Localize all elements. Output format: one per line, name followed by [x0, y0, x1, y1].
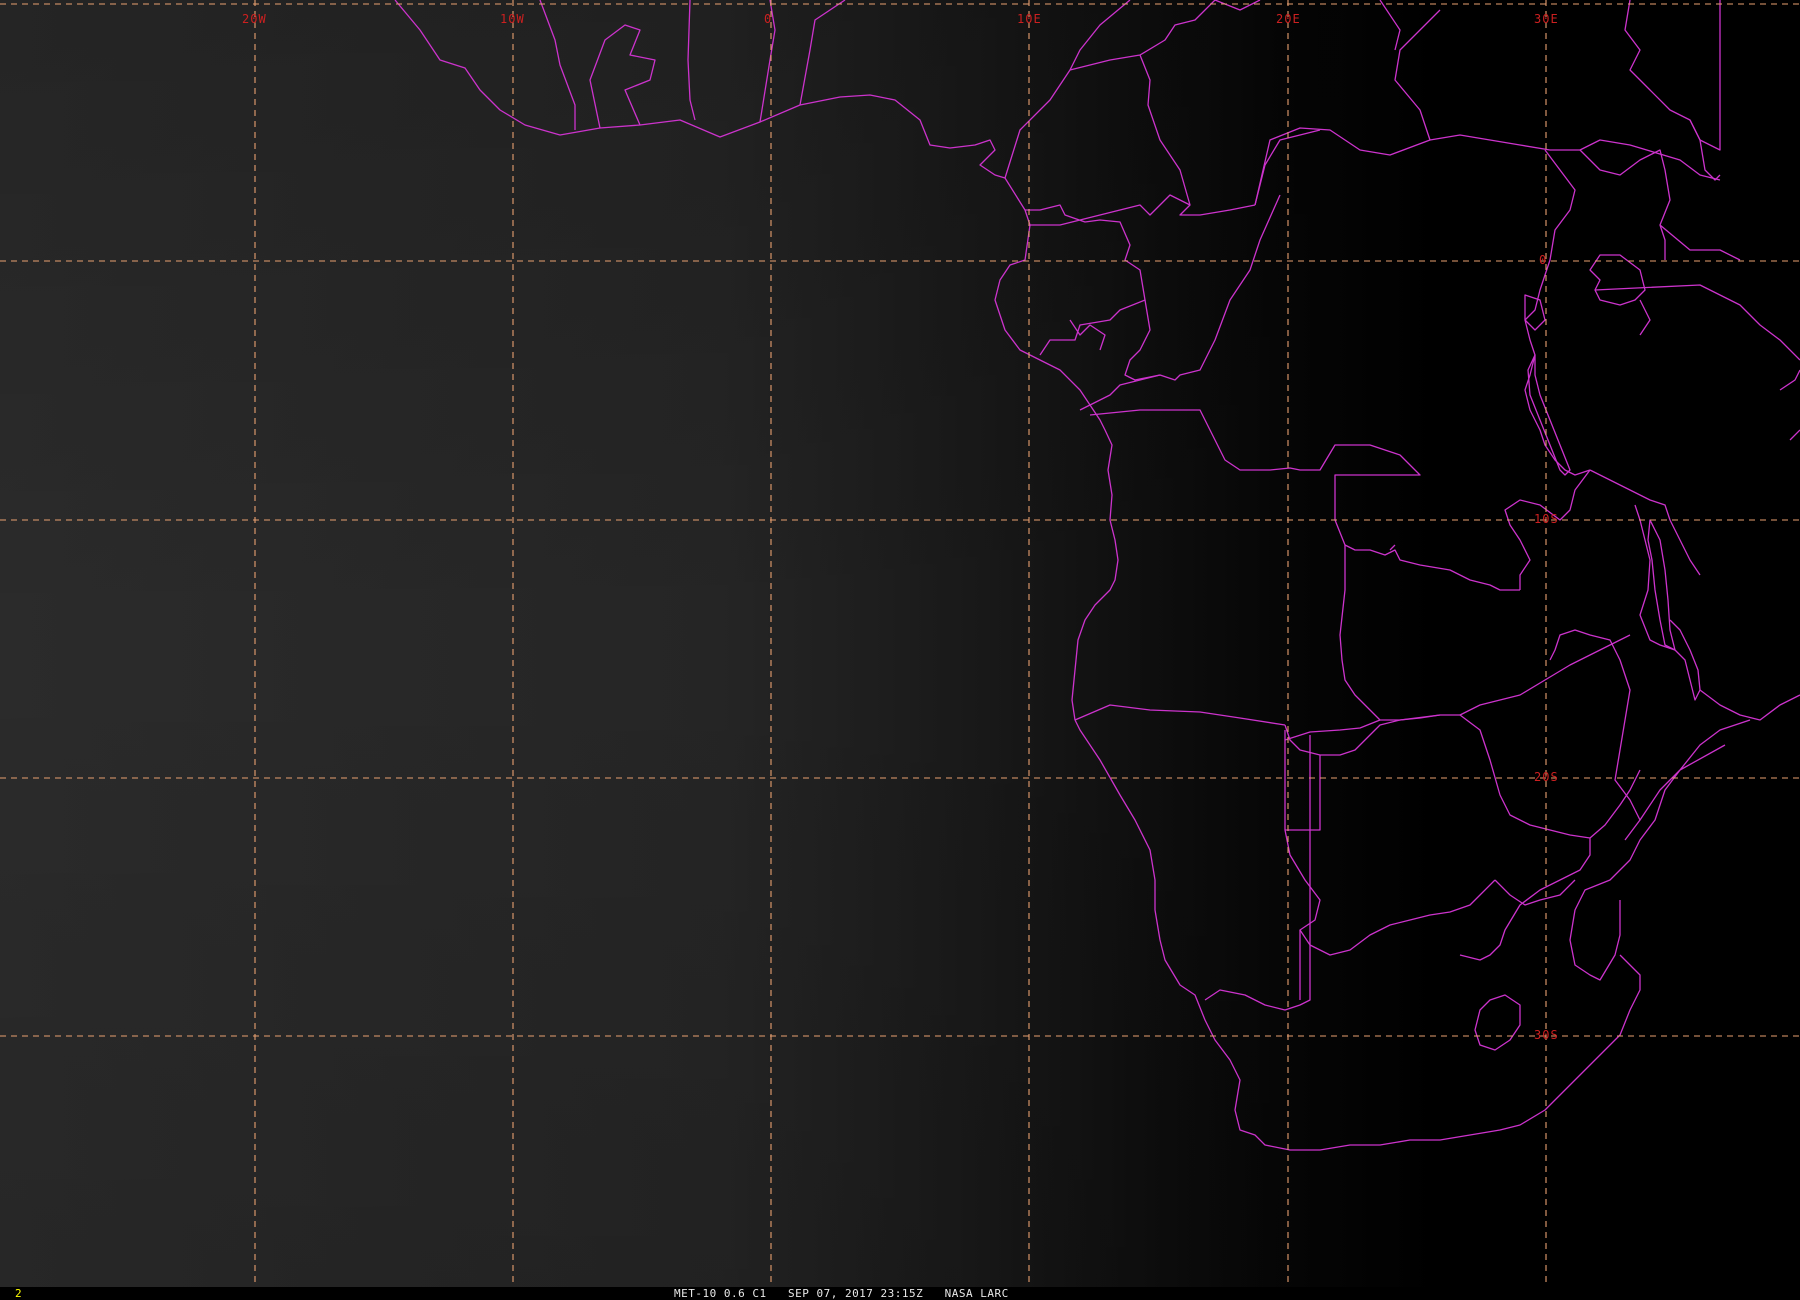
- lat-label-10s: 10S: [1534, 512, 1559, 526]
- image-caption: MET-10 0.6 C1 SEP 07, 2017 23:15Z NASA L…: [674, 1287, 1009, 1300]
- lat-label-0: 0: [1539, 253, 1547, 267]
- lon-label-0: 0: [764, 12, 772, 26]
- frame-number: 2: [15, 1287, 23, 1300]
- lon-label-10w: 10W: [500, 12, 525, 26]
- satellite-image-viewer: 20W 10W 0 10E 20E 30E 0 10S 20S 30S 2 ME…: [0, 0, 1800, 1300]
- lon-label-20e: 20E: [1276, 12, 1301, 26]
- lon-label-30e: 30E: [1534, 12, 1559, 26]
- lat-label-20s: 20S: [1534, 770, 1559, 784]
- lon-label-10e: 10E: [1017, 12, 1042, 26]
- satellite-map: 20W 10W 0 10E 20E 30E 0 10S 20S 30S: [0, 0, 1800, 1287]
- lat-label-30s: 30S: [1534, 1028, 1559, 1042]
- lon-label-20w: 20W: [242, 12, 267, 26]
- status-bar: 2 MET-10 0.6 C1 SEP 07, 2017 23:15Z NASA…: [0, 1287, 1800, 1300]
- imagery-shading: [0, 0, 1800, 1287]
